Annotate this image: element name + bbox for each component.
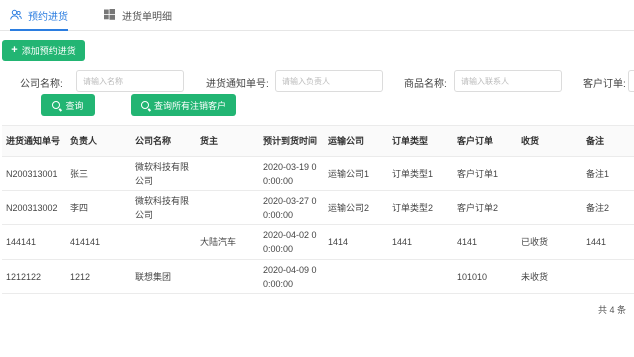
cell-customer-order: 101010 — [457, 271, 488, 282]
cell-order-type: 订单类型1 — [392, 168, 434, 179]
col-order-type[interactable]: 订单类型 — [392, 126, 428, 156]
company-name-placeholder: 请输入名称 — [83, 76, 123, 86]
search-button-label: 查询 — [65, 100, 84, 111]
cell-order-type: 1441 — [392, 237, 413, 247]
cell-company — [135, 225, 195, 259]
search-all-cancelled-button[interactable]: 查询所有注销客户 — [131, 94, 236, 116]
tab-reservation[interactable]: 预约进货 — [10, 0, 68, 31]
notice-no-filter-label: 进货通知单号: — [206, 79, 269, 90]
pagination-total: 共 4 条 — [597, 305, 626, 315]
col-company[interactable]: 公司名称 — [135, 126, 171, 156]
col-eta[interactable]: 预计到货时间 — [263, 126, 317, 156]
cell-owner: 李四 — [70, 202, 89, 213]
col-cargo-owner[interactable]: 货主 — [200, 126, 218, 156]
users-icon — [10, 9, 22, 21]
col-carrier[interactable]: 运输公司 — [328, 126, 364, 156]
col-note[interactable]: 备注 — [586, 126, 604, 156]
cell-notice-no: 1212122 — [6, 271, 42, 282]
tab-bar: 预约进货 进货单明细 — [0, 0, 634, 31]
cell-eta: 2020-04-09 00:00:00 — [263, 264, 317, 289]
cell-company: 微软科技有限公司 — [135, 161, 190, 186]
cell-notice-no: N200313002 — [6, 202, 58, 213]
cell-notice-no: 144141 — [6, 237, 37, 247]
table-row[interactable]: 1212122 1212 联想集团 2020-04-09 00:00:00 10… — [2, 260, 634, 294]
cell-note: 备注2 — [586, 202, 610, 213]
cell-note: 备注1 — [586, 168, 610, 179]
col-notice-no[interactable]: 进货通知单号 — [6, 126, 60, 156]
tab-order-details[interactable]: 进货单明细 — [104, 0, 172, 30]
cell-received: 已收货 — [521, 237, 549, 247]
cell-eta: 2020-04-02 00:00:00 — [263, 230, 317, 254]
cell-cargo-owner: 大陆汽车 — [200, 237, 237, 247]
cell-carrier: 1414 — [328, 237, 349, 247]
col-owner[interactable]: 负责人 — [70, 126, 97, 156]
tab-label: 预约进货 — [28, 11, 68, 23]
product-name-placeholder: 请输入联系人 — [461, 76, 509, 86]
customer-order-input[interactable] — [628, 70, 634, 92]
table-row[interactable]: 144141 414141 大陆汽车 2020-04-02 00:00:00 1… — [2, 225, 634, 260]
cell-carrier: 运输公司1 — [328, 168, 370, 179]
cell-owner: 414141 — [70, 237, 101, 247]
cell-notice-no: N200313001 — [6, 168, 58, 179]
notice-no-placeholder: 请输入负责人 — [282, 76, 330, 86]
cell-order-type: 订单类型2 — [392, 202, 434, 213]
add-reservation-button[interactable]: + 添加预约进货 — [2, 40, 85, 61]
add-reservation-label: 添加预约进货 — [21, 46, 76, 56]
product-name-input[interactable]: 请输入联系人 — [454, 70, 562, 92]
search-icon — [52, 101, 61, 109]
col-customer-order[interactable]: 客户订单 — [457, 126, 493, 156]
search-button[interactable]: 查询 — [41, 94, 95, 116]
cell-customer-order: 客户订单1 — [457, 168, 499, 179]
cell-eta: 2020-03-27 00:00:00 — [263, 195, 317, 220]
cell-note: 1441 — [586, 237, 607, 247]
table-row[interactable]: N200313002 李四 微软科技有限公司 2020-03-27 00:00:… — [2, 191, 634, 225]
tab-label: 进货单明细 — [122, 11, 172, 23]
search-all-label: 查询所有注销客户 — [153, 100, 226, 111]
cell-company: 联想集团 — [135, 271, 172, 282]
cell-eta: 2020-03-19 00:00:00 — [263, 161, 317, 186]
cell-customer-order: 客户订单2 — [457, 202, 499, 213]
customer-order-filter-label: 客户订单: — [583, 79, 626, 90]
cell-carrier: 运输公司2 — [328, 202, 370, 213]
windows-icon — [104, 9, 116, 21]
notice-no-input[interactable]: 请输入负责人 — [275, 70, 383, 92]
company-filter-label: 公司名称: — [20, 79, 63, 90]
table-header: 进货通知单号 负责人 公司名称 货主 预计到货时间 运输公司 订单类型 客户订单… — [2, 126, 634, 157]
cell-owner: 1212 — [70, 271, 91, 282]
company-name-input[interactable]: 请输入名称 — [76, 70, 184, 92]
plus-icon: + — [11, 44, 18, 56]
cell-company: 微软科技有限公司 — [135, 195, 190, 220]
cell-customer-order: 4141 — [457, 237, 478, 247]
product-filter-label: 商品名称: — [404, 79, 447, 90]
table-row[interactable]: N200313001 张三 微软科技有限公司 2020-03-19 00:00:… — [2, 157, 634, 191]
search-icon — [140, 101, 149, 109]
reservation-table: 进货通知单号 负责人 公司名称 货主 预计到货时间 运输公司 订单类型 客户订单… — [2, 125, 634, 294]
cell-received: 未收货 — [521, 271, 549, 282]
cell-owner: 张三 — [70, 168, 89, 179]
col-received[interactable]: 收货 — [521, 126, 539, 156]
